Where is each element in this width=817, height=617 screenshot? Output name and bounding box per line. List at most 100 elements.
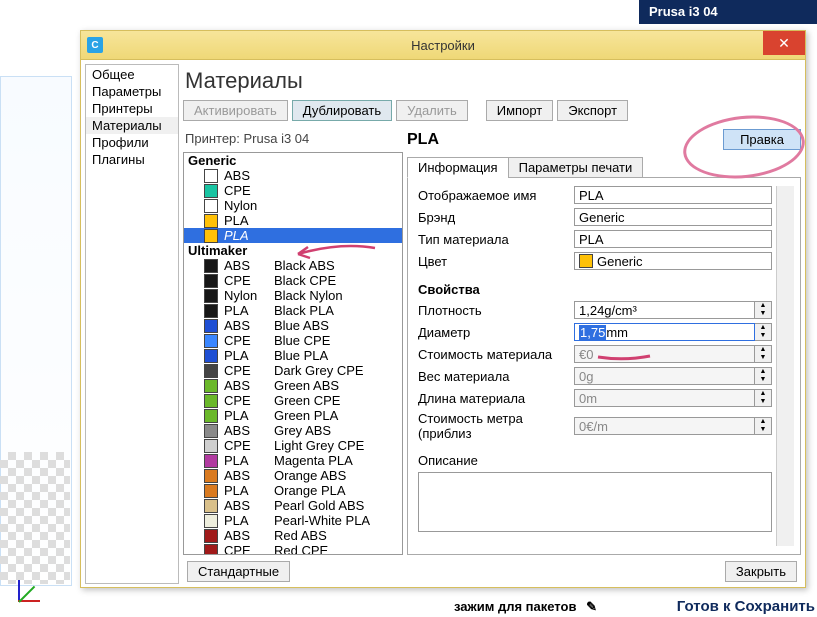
material-name: CPE: [224, 333, 268, 348]
length-spin[interactable]: ▲▼: [755, 389, 772, 407]
display-name-input[interactable]: [574, 186, 772, 204]
details-scrollbar[interactable]: [776, 186, 794, 546]
type-input[interactable]: [574, 230, 772, 248]
material-name: CPE: [224, 438, 268, 453]
delete-button[interactable]: Удалить: [396, 100, 468, 121]
color-field[interactable]: Generic: [574, 252, 772, 270]
material-row[interactable]: PLA: [184, 213, 402, 228]
material-swatch: [204, 394, 218, 408]
material-row[interactable]: CPE: [184, 183, 402, 198]
tab-print-params[interactable]: Параметры печати: [508, 157, 644, 178]
duplicate-button[interactable]: Дублировать: [292, 100, 392, 121]
sidebar-item-5[interactable]: Плагины: [86, 151, 178, 168]
material-row[interactable]: CPELight Grey CPE: [184, 438, 402, 453]
material-name: ABS: [224, 498, 268, 513]
material-row[interactable]: CPEDark Grey CPE: [184, 363, 402, 378]
material-row[interactable]: PLABlue PLA: [184, 348, 402, 363]
material-variant: Orange PLA: [274, 483, 346, 498]
material-variant: Black Nylon: [274, 288, 343, 303]
material-row[interactable]: PLAMagenta PLA: [184, 453, 402, 468]
material-row[interactable]: ABSGreen ABS: [184, 378, 402, 393]
material-swatch: [204, 439, 218, 453]
material-name: ABS: [224, 168, 268, 183]
material-variant: Orange ABS: [274, 468, 346, 483]
material-swatch: [204, 349, 218, 363]
material-row[interactable]: PLA: [184, 228, 402, 243]
sidebar-item-0[interactable]: Общее: [86, 66, 178, 83]
material-name: ABS: [224, 258, 268, 273]
material-row[interactable]: CPEBlack CPE: [184, 273, 402, 288]
material-variant: Pearl-White PLA: [274, 513, 370, 528]
material-row[interactable]: CPERed CPE: [184, 543, 402, 555]
material-swatch: [204, 304, 218, 318]
save-status: Готов к Сохранить: [677, 598, 815, 615]
material-variant: Blue CPE: [274, 333, 330, 348]
diameter-input[interactable]: 1,75mm: [574, 323, 755, 341]
material-name: ABS: [224, 423, 268, 438]
material-row[interactable]: PLABlack PLA: [184, 303, 402, 318]
defaults-button[interactable]: Стандартные: [187, 561, 290, 582]
color-label: Цвет: [418, 254, 568, 269]
color-value: Generic: [597, 254, 643, 269]
material-row[interactable]: ABSOrange ABS: [184, 468, 402, 483]
materials-list[interactable]: GenericABSCPENylonPLAPLAUltimakerABSBlac…: [183, 152, 403, 555]
sidebar-item-2[interactable]: Принтеры: [86, 100, 178, 117]
material-row[interactable]: ABSPearl Gold ABS: [184, 498, 402, 513]
weight-input[interactable]: [574, 367, 755, 385]
material-row[interactable]: Nylon: [184, 198, 402, 213]
material-row[interactable]: NylonBlack Nylon: [184, 288, 402, 303]
cost-meter-spin[interactable]: ▲▼: [755, 417, 772, 435]
material-row[interactable]: CPEGreen CPE: [184, 393, 402, 408]
edit-name-icon[interactable]: ✎: [586, 599, 597, 615]
material-row[interactable]: ABSGrey ABS: [184, 423, 402, 438]
material-variant: Blue PLA: [274, 348, 328, 363]
sidebar-item-1[interactable]: Параметры: [86, 83, 178, 100]
close-icon[interactable]: ✕: [763, 31, 805, 55]
material-row[interactable]: ABS: [184, 168, 402, 183]
cost-mat-spin[interactable]: ▲▼: [755, 345, 772, 363]
sidebar-item-4[interactable]: Профили: [86, 134, 178, 151]
cost-meter-input[interactable]: [574, 417, 755, 435]
material-swatch: [204, 289, 218, 303]
material-row[interactable]: ABSBlack ABS: [184, 258, 402, 273]
import-button[interactable]: Импорт: [486, 100, 553, 121]
material-name: CPE: [224, 363, 268, 378]
export-button[interactable]: Экспорт: [557, 100, 628, 121]
material-row[interactable]: CPE Blue CPE: [184, 333, 402, 348]
material-swatch: [204, 319, 218, 333]
density-label: Плотность: [418, 303, 568, 318]
title-bar[interactable]: C Настройки ✕: [81, 31, 805, 60]
close-button[interactable]: Закрыть: [725, 561, 797, 582]
material-swatch: [204, 364, 218, 378]
material-swatch: [204, 379, 218, 393]
density-spin[interactable]: ▲▼: [755, 301, 772, 319]
main-panel: Материалы Активировать Дублировать Удали…: [183, 64, 801, 584]
diameter-spin[interactable]: ▲▼: [755, 323, 772, 341]
material-swatch: [204, 544, 218, 556]
material-details-pane: PLA Правка Информация Параметры печати О…: [407, 129, 801, 555]
tab-information[interactable]: Информация: [407, 157, 509, 178]
activate-button[interactable]: Активировать: [183, 100, 288, 121]
printer-name: Prusa i3 04: [649, 4, 718, 19]
cost-mat-label: Стоимость материала: [418, 347, 568, 362]
material-row[interactable]: PLAOrange PLA: [184, 483, 402, 498]
material-row[interactable]: PLAPearl-White PLA: [184, 513, 402, 528]
cost-mat-input[interactable]: [574, 345, 755, 363]
brand-input[interactable]: [574, 208, 772, 226]
material-swatch: [204, 274, 218, 288]
length-input[interactable]: [574, 389, 755, 407]
material-row[interactable]: ABSRed ABS: [184, 528, 402, 543]
weight-spin[interactable]: ▲▼: [755, 367, 772, 385]
density-input[interactable]: [574, 301, 755, 319]
material-swatch: [204, 334, 218, 348]
description-textarea[interactable]: [418, 472, 772, 532]
brand-label: Брэнд: [418, 210, 568, 225]
dialog-title: Настройки: [411, 38, 475, 53]
material-row[interactable]: PLAGreen PLA: [184, 408, 402, 423]
material-name: ABS: [224, 378, 268, 393]
material-variant: Green PLA: [274, 408, 338, 423]
edit-button[interactable]: Правка: [723, 129, 801, 150]
settings-sidebar: ОбщееПараметрыПринтерыМатериалыПрофилиПл…: [85, 64, 179, 584]
sidebar-item-3[interactable]: Материалы: [86, 117, 178, 134]
material-row[interactable]: ABSBlue ABS: [184, 318, 402, 333]
